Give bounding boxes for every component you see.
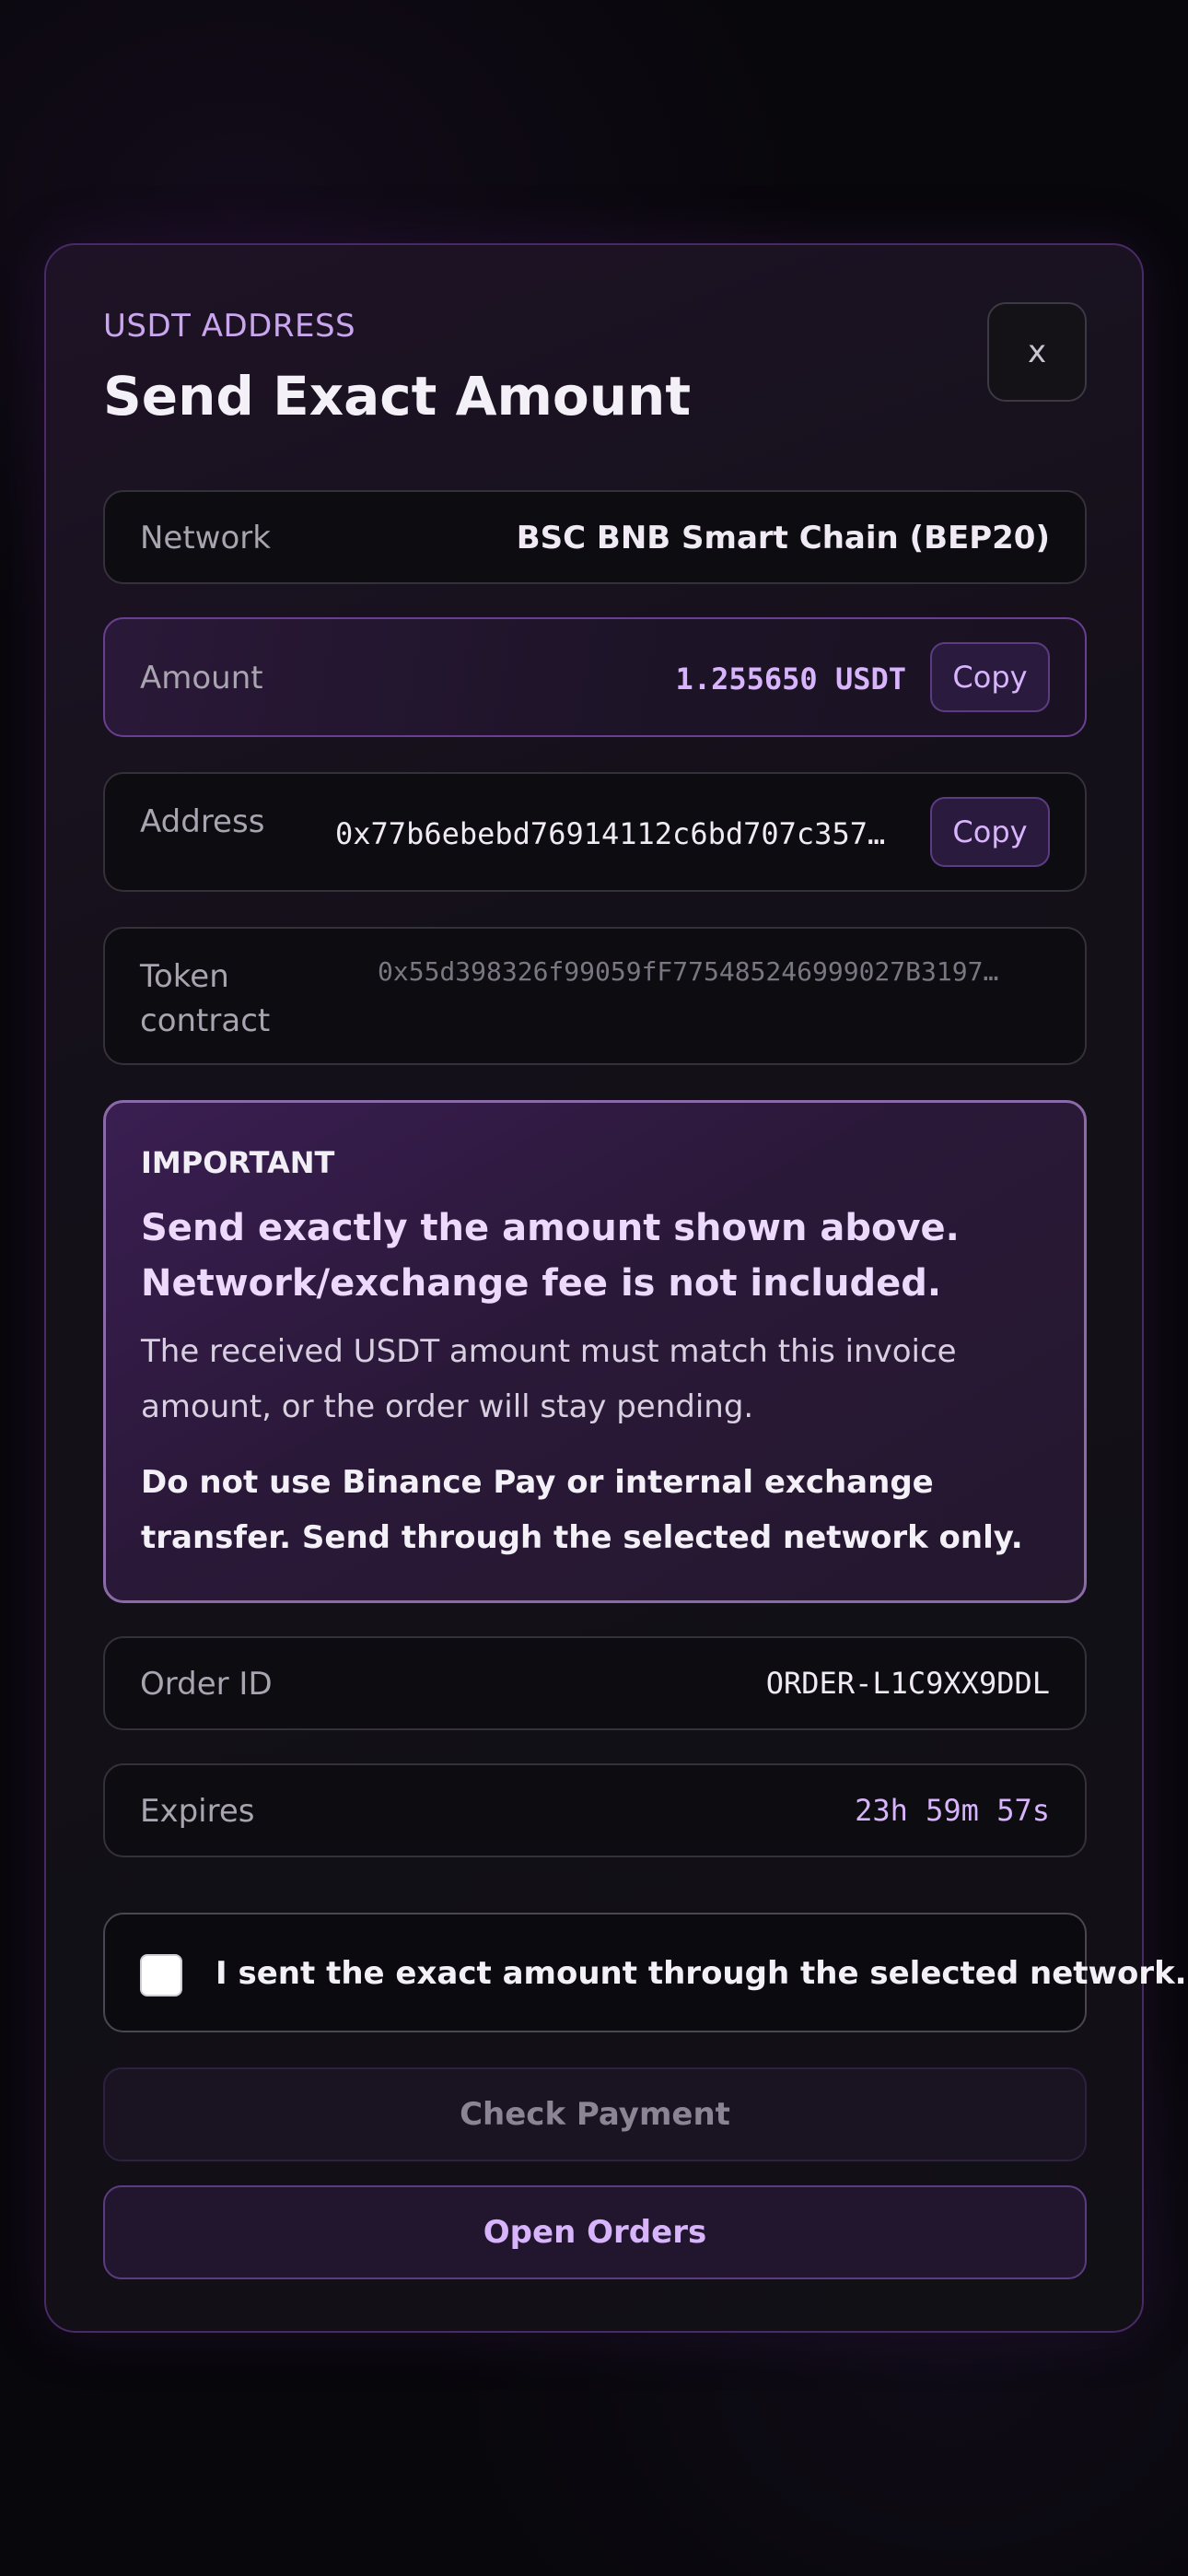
confirm-sent-checkbox[interactable] bbox=[140, 1954, 182, 1996]
order-id-row: Order ID ORDER-L1C9XX9DDL bbox=[103, 1636, 1087, 1730]
dialog-kicker: USDT ADDRESS bbox=[103, 308, 356, 345]
amount-row: Amount 1.255650 USDT Copy bbox=[103, 617, 1087, 737]
important-warning: Do not use Binance Pay or internal excha… bbox=[141, 1464, 1023, 1556]
close-icon: x bbox=[1027, 334, 1047, 370]
expires-label: Expires bbox=[140, 1793, 255, 1830]
open-orders-button[interactable]: Open Orders bbox=[103, 2185, 1087, 2279]
important-notice: IMPORTANT Send exactly the amount shown … bbox=[103, 1100, 1087, 1603]
copy-address-button[interactable]: Copy bbox=[930, 797, 1050, 867]
copy-amount-button[interactable]: Copy bbox=[930, 642, 1050, 712]
expires-countdown: 23h 59m 57s bbox=[855, 1793, 1050, 1828]
important-headline: Send exactly the amount shown above. Net… bbox=[141, 1207, 960, 1305]
close-button[interactable]: x bbox=[987, 302, 1087, 402]
token-contract-label: Token contract bbox=[140, 958, 271, 1039]
important-tag: IMPORTANT bbox=[141, 1145, 335, 1180]
network-label: Network bbox=[140, 520, 271, 556]
network-row: Network BSC BNB Smart Chain (BEP20) bbox=[103, 490, 1087, 584]
amount-label: Amount bbox=[140, 660, 263, 697]
network-value: BSC BNB Smart Chain (BEP20) bbox=[516, 520, 1050, 556]
confirm-sent-label[interactable]: I sent the exact amount through the sele… bbox=[215, 1955, 1187, 1992]
order-id-value: ORDER-L1C9XX9DDL bbox=[765, 1666, 1050, 1701]
amount-value: 1.255650 USDT bbox=[675, 662, 906, 697]
order-id-label: Order ID bbox=[140, 1666, 273, 1703]
check-payment-button[interactable]: Check Payment bbox=[103, 2067, 1087, 2161]
token-contract-row: Token contract 0x55d398326f99059fF775485… bbox=[103, 927, 1087, 1065]
address-row: Address 0x77b6ebebd76914112c6bd707c357… … bbox=[103, 772, 1087, 892]
confirm-sent-checkbox-row[interactable]: I sent the exact amount through the sele… bbox=[103, 1913, 1187, 2032]
token-contract-value: 0x55d398326f99059fF775485246999027B3197… bbox=[378, 956, 999, 987]
address-label: Address bbox=[140, 803, 265, 840]
important-body: The received USDT amount must match this… bbox=[141, 1333, 957, 1425]
expires-row: Expires 23h 59m 57s bbox=[103, 1763, 1087, 1857]
address-value: 0x77b6ebebd76914112c6bd707c357… bbox=[335, 816, 886, 851]
payment-dialog: USDT ADDRESS Send Exact Amount x Network… bbox=[44, 243, 1187, 2333]
dialog-title: Send Exact Amount bbox=[103, 365, 692, 427]
